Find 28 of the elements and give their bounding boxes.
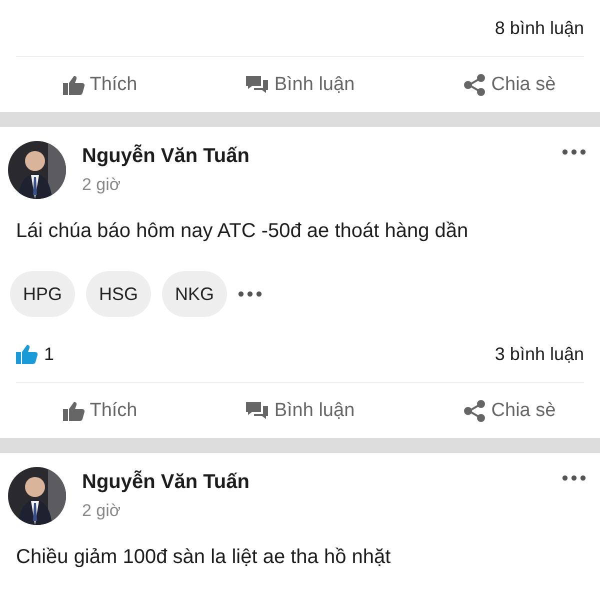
comment-icon [245, 400, 270, 420]
comment-button[interactable]: Bình luận [241, 70, 359, 100]
stock-tag[interactable]: HPG [10, 271, 76, 317]
share-button[interactable]: Chia sè [460, 70, 560, 100]
post-text: Lái chúa báo hôm nay ATC -50đ ae thoát hàng dần [15, 219, 470, 244]
stock-tag[interactable]: HSG [86, 271, 152, 317]
comment-icon [245, 74, 270, 94]
stock-tag[interactable]: NKG [162, 271, 228, 317]
like-count: 1 [44, 344, 54, 364]
more-icon[interactable] [238, 291, 262, 297]
author-name[interactable]: Nguyễn Văn Tuấn [82, 471, 250, 494]
post-text: Chiều giảm 100đ sàn la liệt ae tha hồ nhặt [15, 545, 392, 570]
post-time: 2 giờ [82, 501, 122, 521]
more-icon[interactable] [562, 475, 586, 481]
thumbs-up-icon [62, 74, 85, 94]
share-button[interactable]: Chia sè [460, 396, 560, 426]
like-button[interactable]: Thích [58, 70, 142, 100]
like-button[interactable]: Thích [58, 396, 142, 426]
comment-count[interactable]: 8 bình luận [494, 18, 584, 38]
comment-count[interactable]: 3 bình luận [494, 344, 584, 364]
more-icon[interactable] [562, 149, 586, 155]
comment-button[interactable]: Bình luận [241, 396, 359, 426]
share-icon [464, 400, 486, 422]
thumbs-up-icon [62, 400, 85, 420]
share-icon [464, 74, 486, 96]
thumbs-up-icon [16, 344, 38, 364]
post-time: 2 giờ [82, 175, 122, 195]
author-name[interactable]: Nguyễn Văn Tuấn [82, 145, 250, 168]
